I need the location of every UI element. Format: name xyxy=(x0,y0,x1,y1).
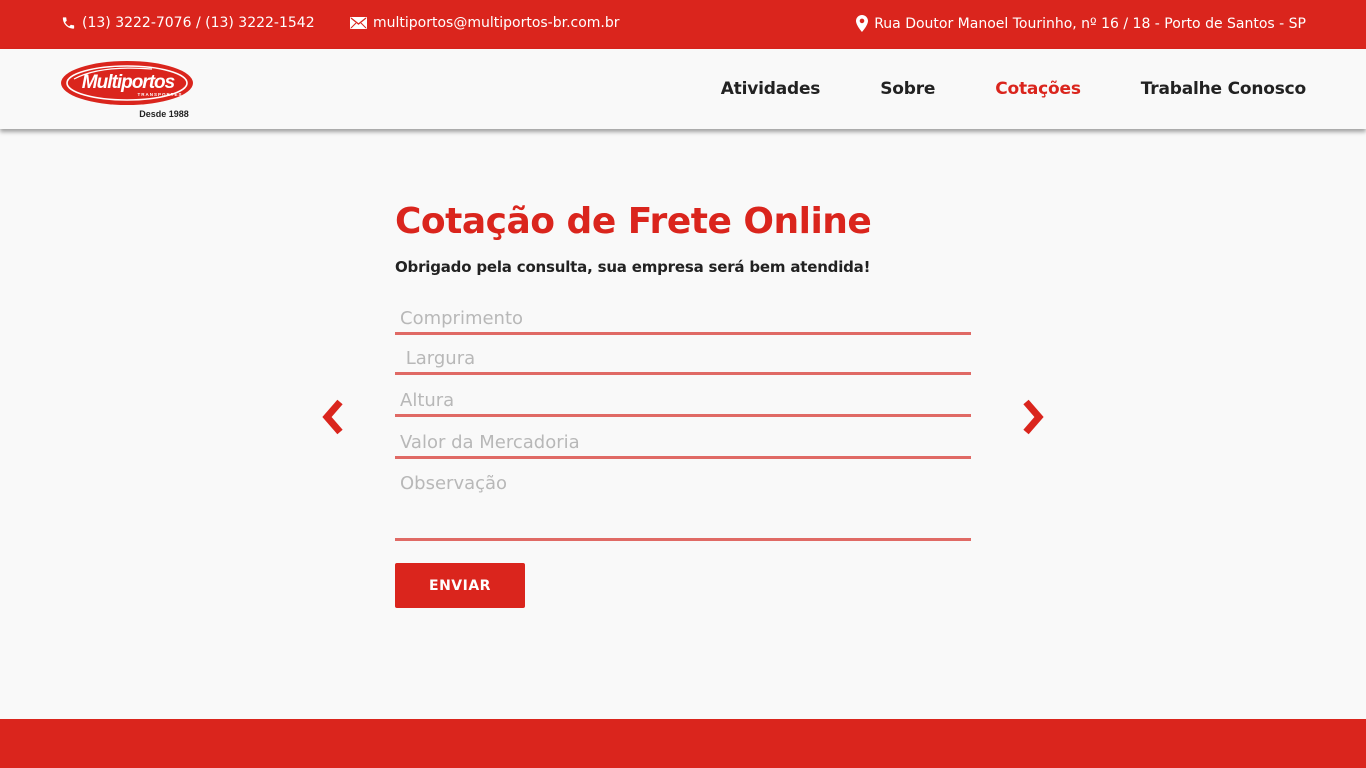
footer-bar xyxy=(0,719,1366,768)
nav-item-sobre[interactable]: Sobre xyxy=(880,79,935,99)
largura-field[interactable] xyxy=(395,345,971,375)
nav-item-trabalhe-conosco[interactable]: Trabalhe Conosco xyxy=(1141,79,1306,99)
svg-text:Desde 1988: Desde 1988 xyxy=(139,109,189,119)
enviar-button[interactable]: ENVIAR xyxy=(395,563,525,608)
page-title: Cotação de Frete Online xyxy=(395,201,872,242)
svg-text:Multiportos: Multiportos xyxy=(82,72,175,93)
nav-item-cotacoes[interactable]: Cotações xyxy=(995,79,1081,99)
altura-field[interactable] xyxy=(395,387,971,417)
top-contact-bar: (13) 3222-7076 / (13) 3222-1542 multipor… xyxy=(0,0,1366,49)
address-text: Rua Doutor Manoel Tourinho, nº 16 / 18 -… xyxy=(874,15,1306,32)
chevron-left-icon[interactable] xyxy=(320,399,348,435)
email-contact[interactable]: multiportos@multiportos-br.com.br xyxy=(350,15,620,31)
phone-text: (13) 3222-7076 / (13) 3222-1542 xyxy=(82,15,315,31)
nav-item-atividades[interactable]: Atividades xyxy=(721,79,821,99)
observacao-field[interactable] xyxy=(395,469,971,541)
quote-section: Cotação de Frete Online Obrigado pela co… xyxy=(0,129,1366,719)
site-header: Multiportos TRANSPORTES Desde 1988 Ativi… xyxy=(0,49,1366,129)
email-text: multiportos@multiportos-br.com.br xyxy=(373,15,620,31)
address-contact[interactable]: Rua Doutor Manoel Tourinho, nº 16 / 18 -… xyxy=(856,15,1306,32)
valor-mercadoria-field[interactable] xyxy=(395,429,971,459)
chevron-right-icon[interactable] xyxy=(1018,399,1046,435)
map-pin-icon xyxy=(856,15,869,32)
main-nav: Atividades Sobre Cotações Trabalhe Conos… xyxy=(721,79,1306,99)
page-subtitle: Obrigado pela consulta, sua empresa será… xyxy=(395,258,871,276)
phone-contact[interactable]: (13) 3222-7076 / (13) 3222-1542 xyxy=(61,15,315,31)
phone-icon xyxy=(62,17,75,29)
mail-icon xyxy=(350,17,367,29)
comprimento-field[interactable] xyxy=(395,305,971,335)
svg-text:TRANSPORTES: TRANSPORTES xyxy=(137,92,182,97)
multiportos-logo[interactable]: Multiportos TRANSPORTES Desde 1988 xyxy=(60,59,196,121)
